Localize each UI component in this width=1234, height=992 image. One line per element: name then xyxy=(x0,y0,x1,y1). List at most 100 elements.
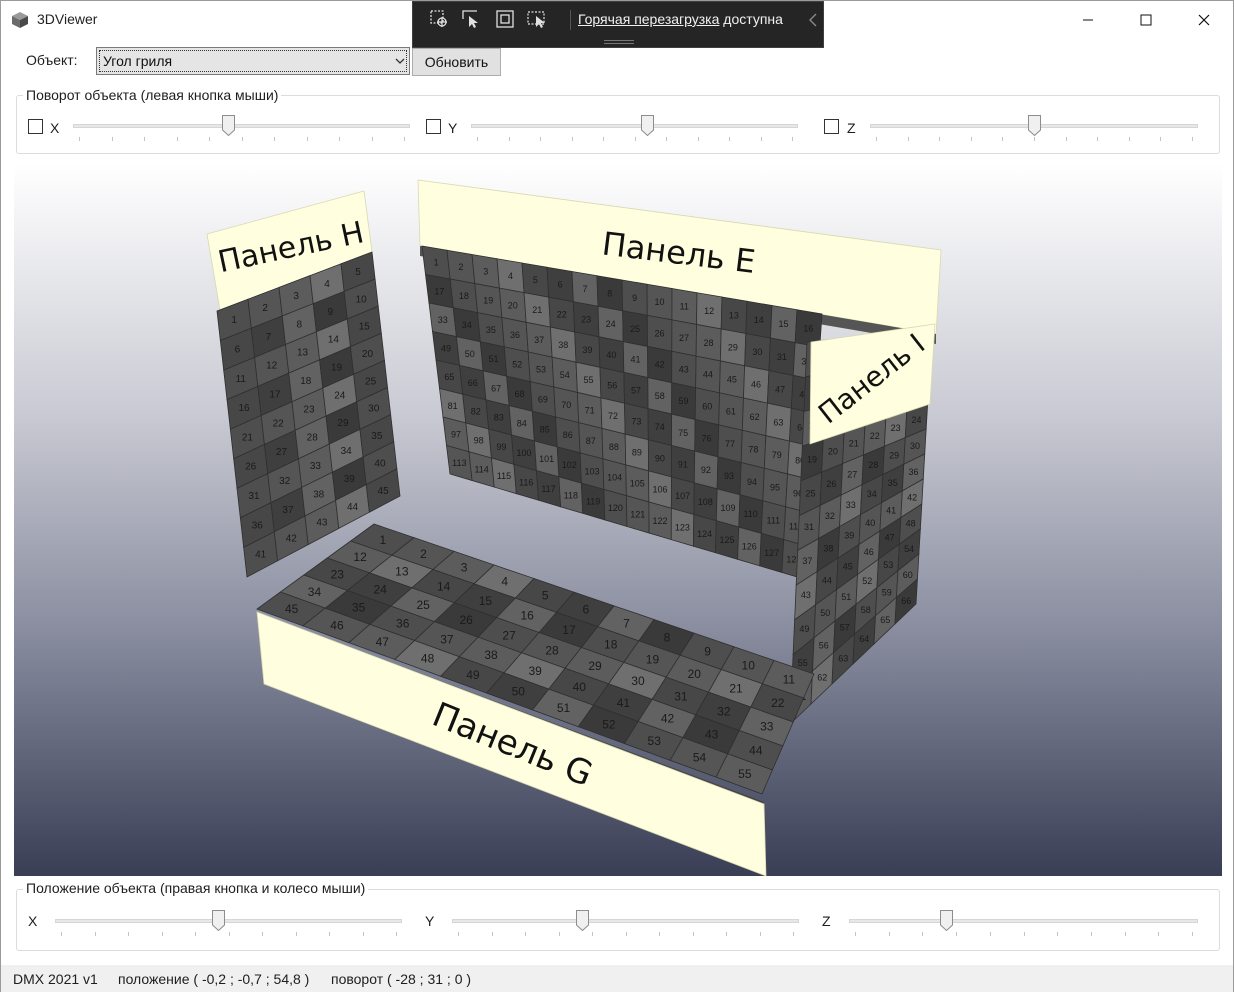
rotate-y-slider-tick xyxy=(635,137,636,141)
panel-e-cell-number: 122 xyxy=(653,516,668,526)
position-z-slider-thumb[interactable] xyxy=(940,910,953,931)
panel-g-cell-number: 10 xyxy=(742,658,756,672)
toolbar-grip[interactable] xyxy=(604,40,634,44)
panel-g-cell-number: 14 xyxy=(437,579,451,593)
panel-e-cell-number: 88 xyxy=(609,442,619,452)
app-window: 3DViewer Горячая перезагрузка доступна О… xyxy=(0,0,1234,992)
position-y-slider[interactable] xyxy=(452,906,799,940)
hot-reload-status-text: доступна xyxy=(719,11,783,27)
rotate-z-slider-thumb[interactable] xyxy=(1028,115,1041,136)
panel-g-cell-number: 9 xyxy=(704,644,711,658)
maximize-button[interactable] xyxy=(1117,1,1175,39)
panel-g-cell-number: 22 xyxy=(771,696,785,710)
panel-e-cell-number: 108 xyxy=(698,497,713,507)
panel-g-cell-number: 15 xyxy=(479,594,493,608)
frame-button[interactable] xyxy=(493,7,517,31)
rotate-y-checkbox[interactable] xyxy=(426,119,441,134)
panel-i-cell-number: 27 xyxy=(847,469,857,479)
rotate-z-slider-tick xyxy=(1160,137,1161,141)
panel-e-cell-number: 47 xyxy=(775,385,785,395)
panel-g-cell-number: 8 xyxy=(664,631,671,645)
3d-scene[interactable]: Панель H12345678910111213141516171819202… xyxy=(14,164,1222,876)
panel-g-cell-number: 19 xyxy=(646,652,660,666)
panel-e-cell-number: 61 xyxy=(726,407,736,417)
panel-i-cell-number: 50 xyxy=(820,608,830,618)
panel-g-cell-number: 32 xyxy=(717,705,731,719)
panel-i-cell-number: 40 xyxy=(865,518,875,528)
position-x-slider[interactable] xyxy=(55,906,402,940)
position-z-slider[interactable] xyxy=(849,906,1198,940)
panel-e-cell-number: 109 xyxy=(720,503,735,513)
position-z-slider-tick xyxy=(1192,932,1193,936)
rotate-x-checkbox[interactable] xyxy=(28,119,43,134)
panel-e-cell-number: 127 xyxy=(764,548,779,558)
panel-e-cell-number: 44 xyxy=(703,370,713,380)
pointer-button[interactable] xyxy=(459,7,483,31)
track-focus-button[interactable] xyxy=(525,7,549,31)
panel-i-cell-number: 23 xyxy=(891,423,901,433)
panel-e-cell-number: 51 xyxy=(489,354,499,364)
close-button[interactable] xyxy=(1175,1,1233,39)
panel-e-cell-number: 76 xyxy=(702,433,712,443)
rotate-y-slider-thumb[interactable] xyxy=(641,115,654,136)
rotate-y-slider-tick xyxy=(666,137,667,141)
panel-e-cell-number: 15 xyxy=(779,319,789,329)
position-y-slider-thumb[interactable] xyxy=(576,910,589,931)
refresh-button[interactable]: Обновить xyxy=(412,48,501,76)
panel-e-cell-number: 42 xyxy=(655,360,665,370)
panel-i-cell-number: 19 xyxy=(807,454,817,464)
position-x-slider-tick xyxy=(162,932,163,936)
object-select[interactable]: Угол гриля xyxy=(96,47,410,75)
rotate-z-slider[interactable] xyxy=(870,111,1198,145)
panel-e-cell-number: 21 xyxy=(532,305,542,315)
panel-g-cell-number: 6 xyxy=(583,603,590,617)
panel-e-cell-number: 14 xyxy=(754,315,764,325)
panel-h-cell-number: 43 xyxy=(316,518,328,529)
hot-reload-link[interactable]: Горячая перезагрузка xyxy=(578,11,719,27)
panel-e-cell-number: 105 xyxy=(630,479,645,489)
panel-e-cell-number: 77 xyxy=(725,439,735,449)
maximize-icon xyxy=(1140,14,1152,26)
position-z-slider-tick xyxy=(855,932,856,936)
panel-e-cell-number: 107 xyxy=(675,491,690,501)
rotate-y-slider-tick xyxy=(509,137,510,141)
panel-e-cell-number: 83 xyxy=(494,413,504,423)
rotate-z-checkbox[interactable] xyxy=(824,119,839,134)
panel-g-cell-number: 45 xyxy=(285,602,299,616)
rotate-x-slider[interactable] xyxy=(73,111,410,145)
panel-h-cell-number: 19 xyxy=(331,363,343,374)
rotate-x-slider-tick xyxy=(144,137,145,141)
panel-i-cell-number: 26 xyxy=(826,479,836,489)
panel-e-cell-number: 114 xyxy=(474,465,488,475)
rotate-x-slider-tick xyxy=(209,137,210,141)
minimize-button[interactable] xyxy=(1059,1,1117,39)
panel-h-cell-number: 38 xyxy=(313,489,325,500)
rotate-y-slider[interactable] xyxy=(471,111,798,145)
panel-e-cell-number: 26 xyxy=(655,328,665,338)
position-z-slider-tick xyxy=(956,932,957,936)
panel-e-cell-number: 101 xyxy=(539,454,554,464)
panel-g-cell-number: 20 xyxy=(688,667,702,681)
select-element-button[interactable] xyxy=(427,7,451,31)
panel-h-cell-number: 11 xyxy=(236,374,247,385)
3d-viewport[interactable]: Панель H 1 2 3 4 5 6 7 8 9 10 11 12 13 14 15 16 17 18 19 20 2… xyxy=(14,164,1222,876)
chevron-left-icon[interactable] xyxy=(807,10,819,30)
panel-e-cell-number: 113 xyxy=(452,458,466,468)
position-x-slider-thumb[interactable] xyxy=(212,910,225,931)
panel-g-cell-number: 35 xyxy=(352,601,366,615)
panel-h-cell-number: 33 xyxy=(310,461,322,472)
panel-e-cell-number: 13 xyxy=(729,310,739,320)
rotate-z-slider-tick xyxy=(971,137,972,141)
rotate-z-slider-tick xyxy=(1129,137,1130,141)
panel-h-cell-number: 32 xyxy=(279,476,291,487)
panel-g-cell-number: 3 xyxy=(461,561,468,575)
panel-e-cell-number: 53 xyxy=(536,365,546,375)
rotate-x-slider-thumb[interactable] xyxy=(222,115,235,136)
object-select-value: Угол гриля xyxy=(103,53,173,69)
panel-e-cell-number: 45 xyxy=(727,375,737,385)
rotate-z-slider-tick xyxy=(1192,137,1193,141)
rotate-x-slider-tick xyxy=(404,137,405,141)
status-version: DMX 2021 v1 xyxy=(13,971,98,987)
panel-e-cell-number: 120 xyxy=(608,503,623,513)
panel-g-cell-number: 39 xyxy=(528,664,542,678)
